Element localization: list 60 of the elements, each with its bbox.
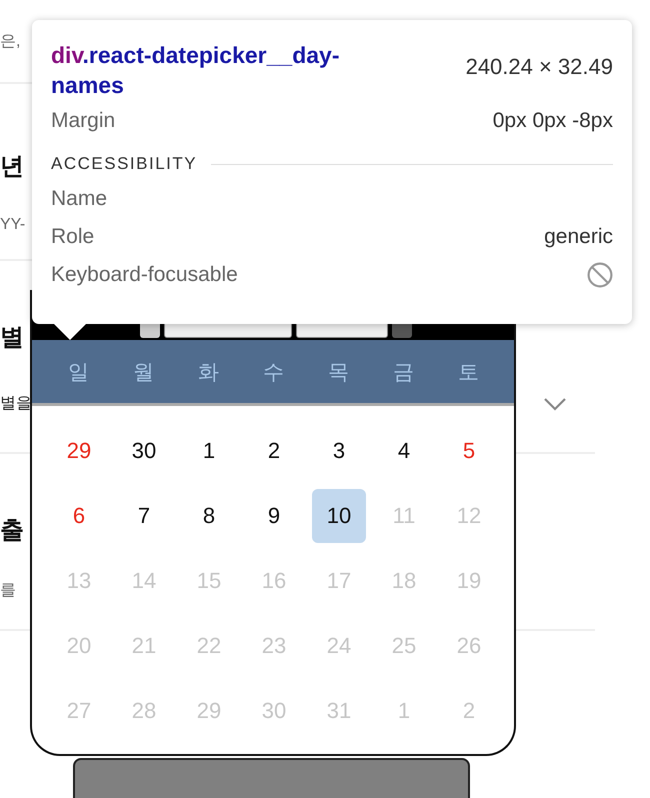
calendar-day[interactable]: 4 — [377, 424, 431, 478]
calendar-day: 21 — [117, 619, 171, 673]
property-label: Role — [51, 225, 94, 249]
calendar-day[interactable]: 7 — [117, 489, 171, 543]
calendar-day: 16 — [247, 554, 301, 608]
weekday-label: 금 — [393, 360, 414, 386]
property-value: 0px 0px -8px — [492, 109, 613, 133]
calendar-day: 26 — [442, 619, 496, 673]
calendar-day: 28 — [117, 684, 171, 738]
calendar-day[interactable]: 30 — [117, 424, 171, 478]
calendar-day[interactable]: 8 — [182, 489, 236, 543]
calendar-day: 30 — [247, 684, 301, 738]
section-title: ACCESSIBILITY — [51, 154, 198, 174]
calendar-day: 11 — [377, 489, 431, 543]
weekday-label: 화 — [198, 360, 219, 386]
calendar-day[interactable]: 10 — [312, 489, 366, 543]
weekday-label: 일 — [68, 360, 89, 386]
section-heading: 별 — [0, 323, 24, 353]
calendar-day: 18 — [377, 554, 431, 608]
calendar-day: 23 — [247, 619, 301, 673]
calendar-day: 27 — [52, 684, 106, 738]
section-heading: 출 — [0, 516, 24, 546]
calendar-day: 29 — [182, 684, 236, 738]
weekday-label: 수 — [263, 360, 284, 386]
section-description: 은, — [0, 32, 20, 52]
section-heading: 년 — [0, 152, 24, 182]
calendar-day[interactable]: 9 — [247, 489, 301, 543]
section-description: 를 — [0, 581, 16, 601]
element-selector: div.react-datepicker__day-names — [51, 41, 340, 100]
property-label: Margin — [51, 109, 116, 133]
property-label: Keyboard-focusable — [51, 263, 238, 287]
calendar-day[interactable]: 1 — [182, 424, 236, 478]
calendar-day: 15 — [182, 554, 236, 608]
weekday-label: 목 — [328, 360, 349, 386]
calendar-day: 13 — [52, 554, 106, 608]
calendar-day[interactable]: 5 — [442, 424, 496, 478]
calendar-day[interactable]: 6 — [52, 489, 106, 543]
property-value: generic — [544, 225, 613, 249]
chevron-down-icon[interactable] — [543, 396, 567, 410]
calendar-day: 1 — [377, 684, 431, 738]
prohibited-icon — [587, 262, 613, 288]
calendar-day: 2 — [442, 684, 496, 738]
element-size: 240.24 × 32.49 — [466, 54, 613, 80]
property-label: Name — [51, 187, 108, 211]
calendar-day: 19 — [442, 554, 496, 608]
weekday-label: 토 — [458, 360, 479, 386]
calendar-day: 24 — [312, 619, 366, 673]
section-description: 별을 — [0, 394, 32, 414]
calendar-day: 17 — [312, 554, 366, 608]
calendar-day[interactable]: 2 — [247, 424, 301, 478]
calendar-day[interactable]: 3 — [312, 424, 366, 478]
calendar-day: 25 — [377, 619, 431, 673]
section-description: YY- — [0, 216, 26, 234]
calendar-day: 22 — [182, 619, 236, 673]
calendar-day: 20 — [52, 619, 106, 673]
calendar-day: 31 — [312, 684, 366, 738]
weekday-label: 월 — [133, 360, 154, 386]
calendar-day: 12 — [442, 489, 496, 543]
calendar-day[interactable]: 29 — [52, 424, 106, 478]
calendar-day: 14 — [117, 554, 171, 608]
